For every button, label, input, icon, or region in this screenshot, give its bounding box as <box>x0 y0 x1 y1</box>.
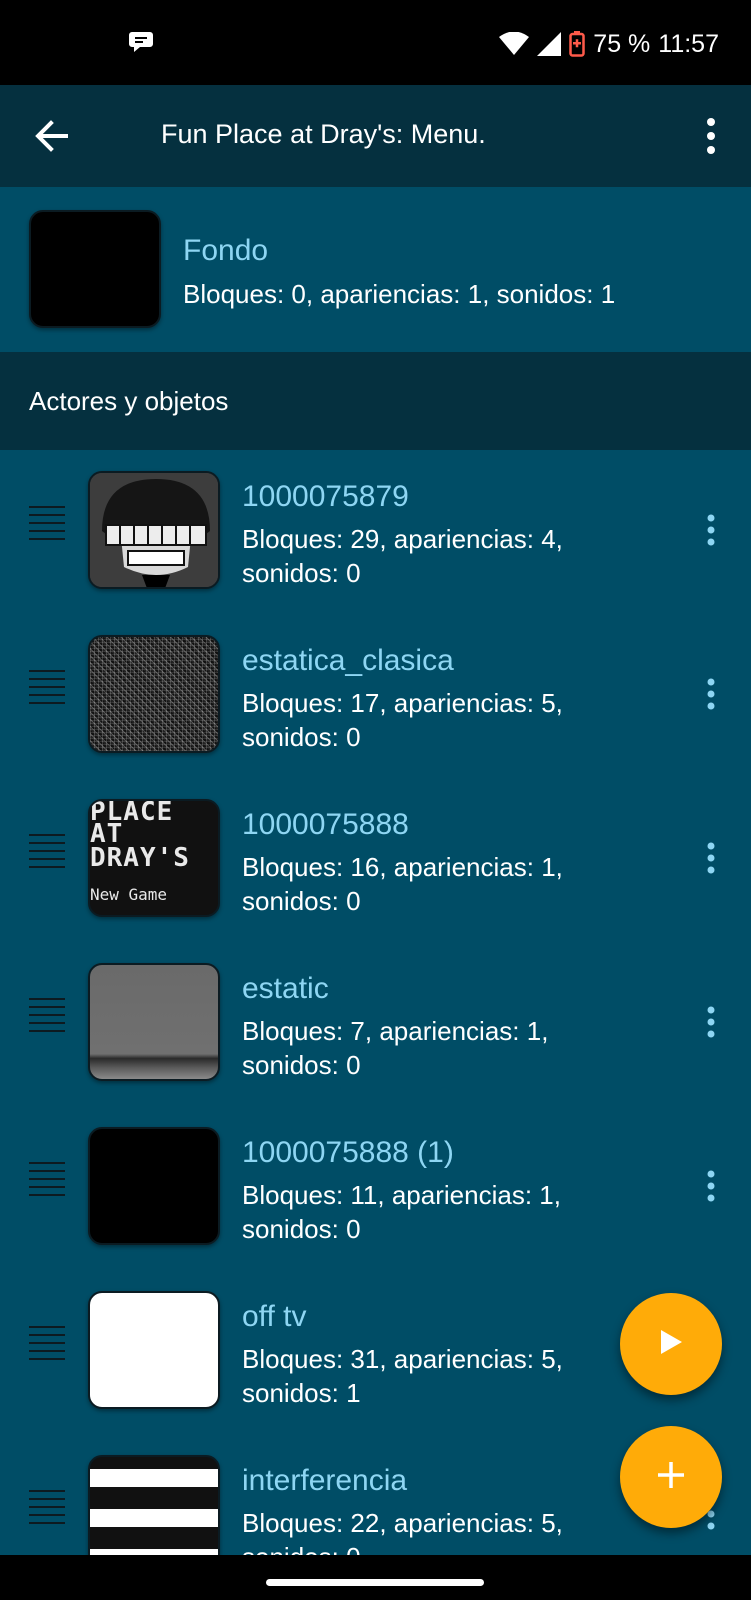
actor-details: Bloques: 22, apariencias: 5, sonidos: 0 <box>242 1508 563 1555</box>
drag-handle-icon[interactable] <box>29 998 65 1036</box>
home-gesture-handle[interactable] <box>266 1579 484 1586</box>
add-button[interactable] <box>620 1426 722 1528</box>
actor-thumbnail <box>88 963 220 1081</box>
actor-name: interferencia <box>242 1464 408 1497</box>
screen: 75 % 11:57 Fun Place at Dray's: Menu. Fo… <box>0 0 751 1600</box>
list-item[interactable]: PLACE AT DRAY'S New Game 1000075888 Bloq… <box>0 778 751 942</box>
actor-name: 1000075888 (1) <box>242 1136 454 1169</box>
item-menu-icon[interactable] <box>700 513 722 547</box>
background-name: Fondo <box>183 234 269 267</box>
actor-details: Bloques: 17, apariencias: 5, sonidos: 0 <box>242 688 563 752</box>
actor-details: Bloques: 31, apariencias: 5, sonidos: 1 <box>242 1344 563 1408</box>
actor-thumbnail: PLACE AT DRAY'S New Game <box>88 799 220 917</box>
clock: 11:57 <box>658 29 719 58</box>
actor-details: Bloques: 7, apariencias: 1, sonidos: 0 <box>242 1016 549 1080</box>
actor-name: 1000075879 <box>242 480 409 513</box>
battery-saver-icon <box>569 31 586 57</box>
actor-name: estatic <box>242 972 329 1005</box>
thumbnail-text: New Game <box>90 885 168 904</box>
battery-percentage: 75 % <box>593 29 651 58</box>
drag-handle-icon[interactable] <box>29 670 65 708</box>
drag-handle-icon[interactable] <box>29 1162 65 1200</box>
background-item[interactable]: Fondo Bloques: 0, apariencias: 1, sonido… <box>0 187 751 352</box>
actor-name: off tv <box>242 1300 307 1333</box>
section-label: Actores y objetos <box>29 386 229 416</box>
actor-thumbnail <box>88 1455 220 1555</box>
drag-handle-icon[interactable] <box>29 1490 65 1528</box>
play-button[interactable] <box>620 1293 722 1395</box>
list-item[interactable]: 1000075888 (1) Bloques: 11, apariencias:… <box>0 1106 751 1270</box>
actor-thumbnail <box>88 635 220 753</box>
actors-list[interactable]: 1000075879 Bloques: 29, apariencias: 4, … <box>0 450 751 1555</box>
drag-handle-icon[interactable] <box>29 1326 65 1364</box>
message-notification-icon <box>128 30 154 54</box>
item-menu-icon[interactable] <box>700 677 722 711</box>
actor-thumbnail <box>88 1291 220 1409</box>
actor-details: Bloques: 11, apariencias: 1, sonidos: 0 <box>242 1180 561 1244</box>
actor-thumbnail <box>88 471 220 589</box>
item-menu-icon[interactable] <box>700 1005 722 1039</box>
signal-icon <box>537 32 562 56</box>
item-menu-icon[interactable] <box>700 1169 722 1203</box>
play-icon <box>659 1329 683 1360</box>
actor-name: 1000075888 <box>242 808 409 841</box>
back-arrow-icon[interactable] <box>30 115 72 157</box>
overflow-menu-icon[interactable] <box>701 115 721 157</box>
actor-details: Bloques: 16, apariencias: 1, sonidos: 0 <box>242 852 563 916</box>
list-item[interactable]: estatica_clasica Bloques: 17, apariencia… <box>0 614 751 778</box>
actor-details: Bloques: 29, apariencias: 4, sonidos: 0 <box>242 524 563 588</box>
wifi-icon <box>499 32 530 56</box>
actor-name: estatica_clasica <box>242 644 454 677</box>
section-header: Actores y objetos <box>0 352 751 450</box>
thumbnail-text: DRAY'S <box>90 843 190 873</box>
drag-handle-icon[interactable] <box>29 506 65 544</box>
app-toolbar: Fun Place at Dray's: Menu. <box>0 85 751 187</box>
list-item[interactable]: estatic Bloques: 7, apariencias: 1, soni… <box>0 942 751 1106</box>
page-title: Fun Place at Dray's: Menu. <box>161 119 486 149</box>
actor-thumbnail <box>88 1127 220 1245</box>
item-menu-icon[interactable] <box>700 841 722 875</box>
navigation-bar <box>0 1555 751 1600</box>
drag-handle-icon[interactable] <box>29 834 65 872</box>
plus-icon <box>656 1460 686 1495</box>
background-details: Bloques: 0, apariencias: 1, sonidos: 1 <box>183 279 616 309</box>
list-item[interactable]: 1000075879 Bloques: 29, apariencias: 4, … <box>0 450 751 614</box>
background-thumbnail <box>29 210 161 328</box>
status-bar: 75 % 11:57 <box>0 0 751 85</box>
